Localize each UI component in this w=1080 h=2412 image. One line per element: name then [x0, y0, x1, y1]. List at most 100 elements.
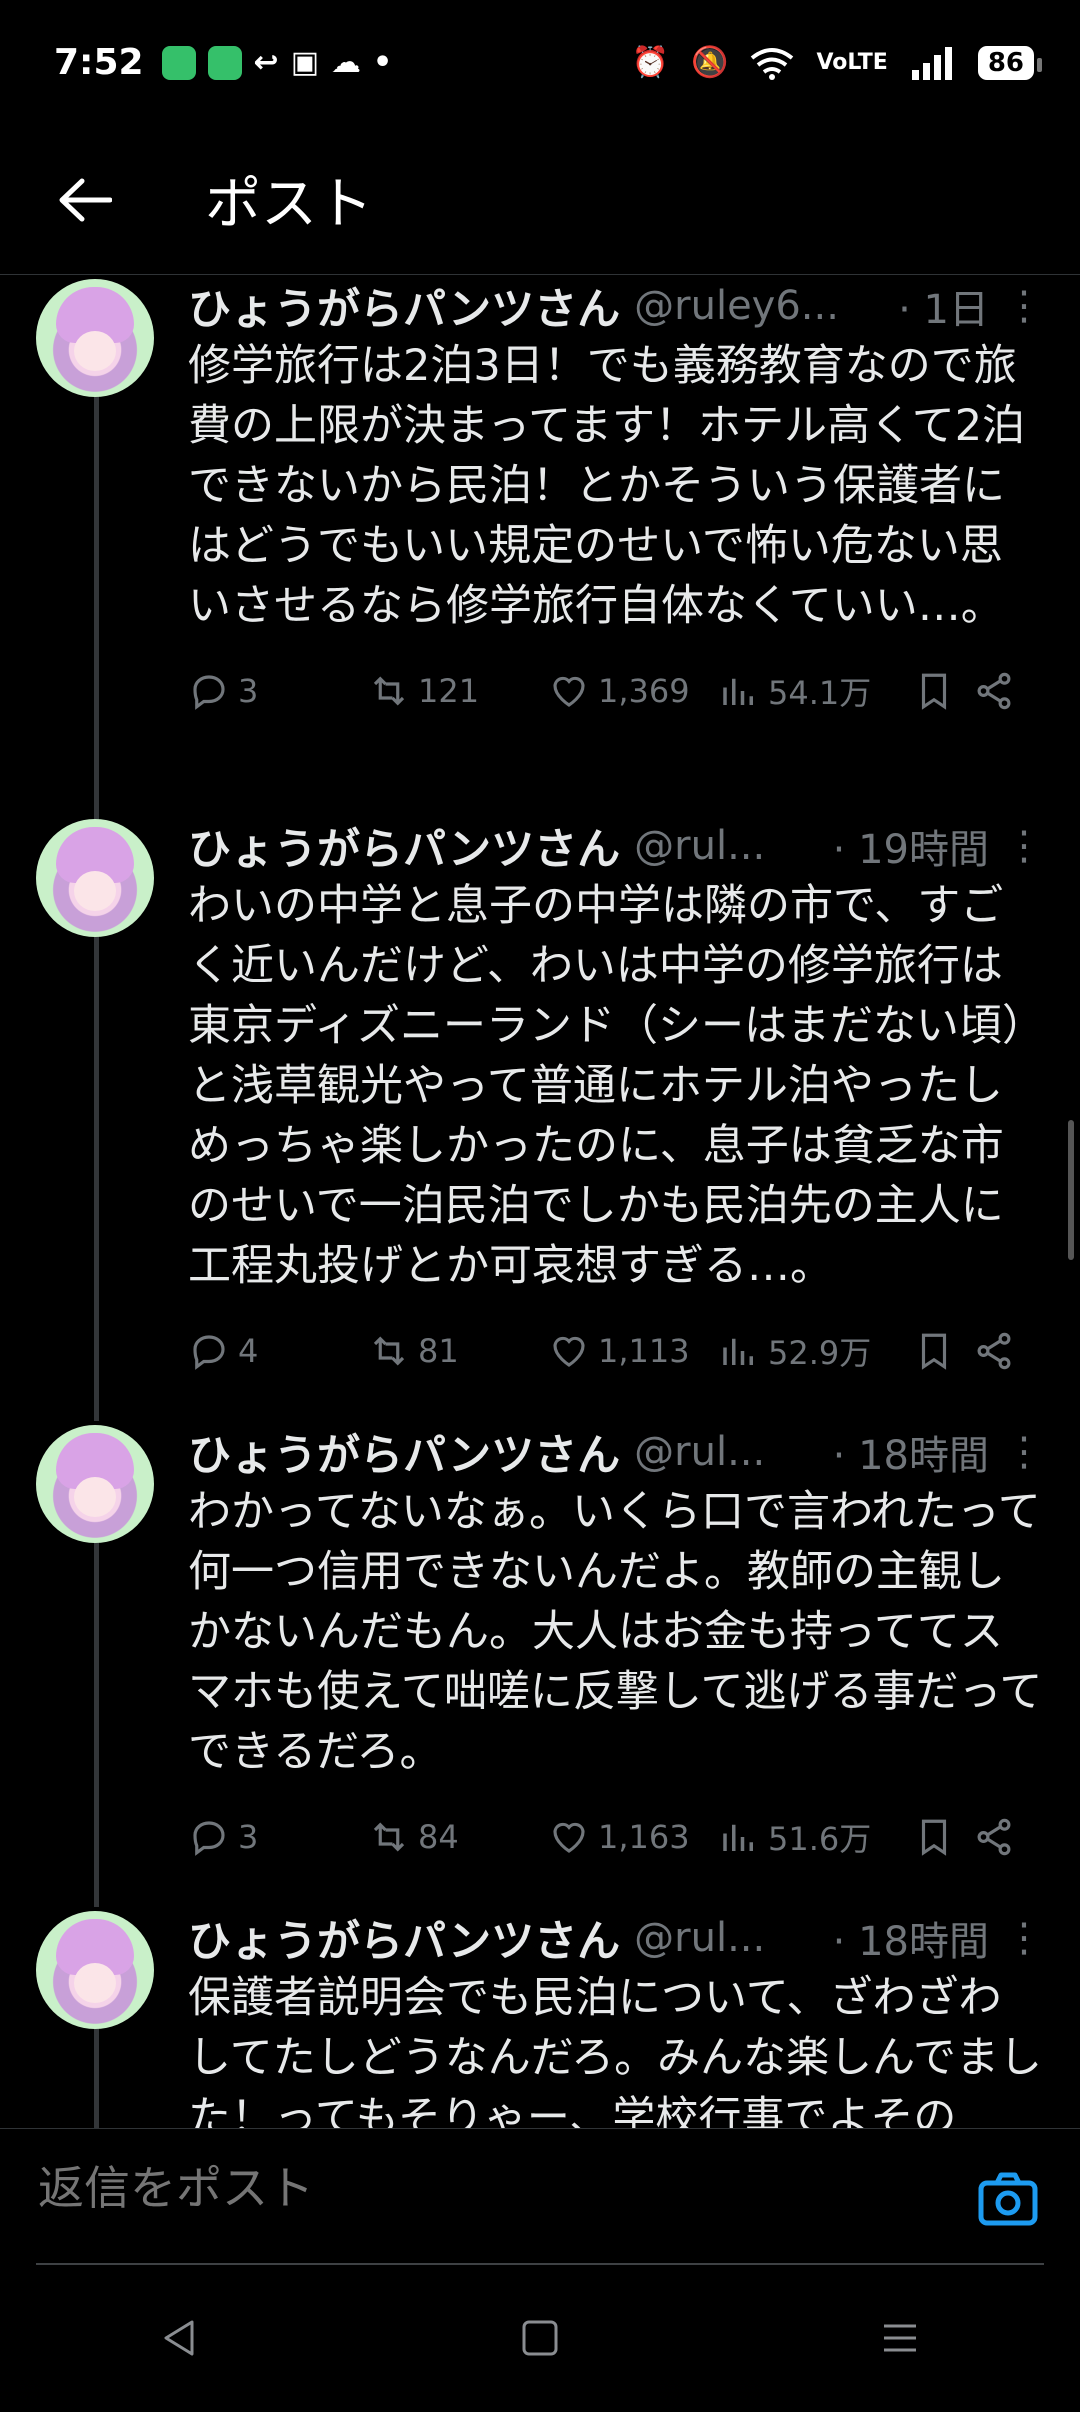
alarm-icon: ⏰: [631, 45, 670, 80]
view-count: 52.9万: [768, 1334, 872, 1372]
tweet[interactable]: ひょうがらパンツさん @ruley6... · 1日 ⋮ 修学旅行は2泊3日！で…: [0, 276, 1080, 881]
nav-home-button[interactable]: [480, 2298, 600, 2378]
share-button[interactable]: [973, 1330, 1033, 1372]
repost-count: 121: [418, 672, 480, 710]
user-handle[interactable]: @rul...: [634, 1429, 823, 1475]
thread-feed[interactable]: ひょうがらパンツさん @ruley6... · 1日 ⋮ 修学旅行は2泊3日！で…: [0, 276, 1080, 2128]
bookmark-button[interactable]: [913, 1816, 973, 1858]
views-button[interactable]: 52.9万: [718, 1328, 913, 1374]
like-count: 1,163: [598, 1818, 690, 1856]
view-count: 54.1万: [768, 674, 872, 712]
reply-count: 3: [238, 672, 259, 710]
reply-composer: [0, 2128, 1080, 2265]
reply-button[interactable]: 3: [188, 670, 368, 712]
bookmark-icon: [921, 673, 947, 710]
heart-icon: [553, 676, 585, 707]
share-icon: [977, 1332, 1011, 1370]
bookmark-button[interactable]: [913, 670, 973, 712]
app-notification-icon: [161, 45, 196, 80]
display-name[interactable]: ひょうがらパンツさん: [188, 1421, 620, 1483]
more-options-icon[interactable]: ⋮: [1003, 1429, 1044, 1475]
avatar[interactable]: [36, 279, 154, 397]
views-chart-icon: [723, 678, 753, 705]
avatar[interactable]: [36, 819, 154, 937]
thread-connector: [94, 936, 99, 1421]
more-options-icon[interactable]: ⋮: [1003, 823, 1044, 869]
view-count: 51.6万: [768, 1820, 872, 1858]
tweet[interactable]: ひょうがらパンツさん @rul... · 19時間 ⋮ わいの中学と息子の中学は…: [0, 816, 1080, 1421]
share-button[interactable]: [973, 1816, 1033, 1858]
like-button[interactable]: 1,369: [548, 670, 718, 712]
more-options-icon[interactable]: ⋮: [1003, 283, 1044, 329]
thread-connector: [94, 1542, 99, 1907]
repost-count: 81: [418, 1332, 459, 1370]
user-handle[interactable]: @rul...: [634, 1915, 823, 1961]
tweet[interactable]: ひょうがらパンツさん @rul... · 18時間 ⋮ 保護者説明会でも民泊につ…: [0, 1908, 1080, 2128]
bookmark-icon: [921, 1333, 947, 1370]
page-title: ポスト: [205, 172, 373, 237]
timestamp[interactable]: · 1日: [898, 277, 989, 335]
views-chart-icon: [723, 1824, 753, 1851]
heart-icon: [553, 1336, 585, 1367]
signal-icon: [911, 46, 952, 80]
square-home-icon: [522, 2320, 558, 2356]
triangle-back-icon: [164, 2320, 194, 2356]
share-button[interactable]: [973, 670, 1033, 712]
reply-icon: [193, 1821, 225, 1856]
action-bar: 4 81 1,113 52.9万: [188, 1316, 1043, 1386]
clock: 7:52: [54, 42, 144, 83]
reply-button[interactable]: 3: [188, 1816, 368, 1858]
camera-button[interactable]: [978, 2171, 1038, 2227]
like-count: 1,369: [598, 672, 690, 710]
repost-count: 84: [418, 1818, 459, 1856]
repost-button[interactable]: 84: [368, 1816, 548, 1858]
more-options-icon[interactable]: ⋮: [1003, 1915, 1044, 1961]
reply-input[interactable]: [36, 2157, 980, 2219]
status-bar: 7:52 ↩ ▣ ☁ • ⏰ 🔕 VoLTE 86: [0, 0, 1080, 125]
views-button[interactable]: 54.1万: [718, 668, 913, 714]
display-name[interactable]: ひょうがらパンツさん: [188, 1907, 620, 1969]
like-count: 1,113: [598, 1332, 690, 1370]
share-icon: [977, 672, 1011, 710]
reply-icon: [193, 675, 225, 710]
tweet[interactable]: ひょうがらパンツさん @rul... · 18時間 ⋮ わかってないなぁ。いくら…: [0, 1422, 1080, 1907]
reply-count: 3: [238, 1818, 259, 1856]
views-button[interactable]: 51.6万: [718, 1814, 913, 1860]
bookmark-icon: [921, 1819, 947, 1856]
tweet-text: わかってないなぁ。いくら口で言われたって何一つ信用できないんだよ。教師の主観しか…: [188, 1487, 1043, 1777]
repost-button[interactable]: 81: [368, 1330, 548, 1372]
wifi-icon: [751, 47, 794, 80]
tweet-text: 保護者説明会でも民泊について、ざわざわしてたしどうなんだろ。みんな楽しんでました…: [188, 1973, 1042, 2128]
battery-icon: 86: [977, 45, 1043, 80]
nav-recents-button[interactable]: [840, 2298, 960, 2378]
reply-icon: [193, 1335, 225, 1370]
repost-icon: [373, 1822, 405, 1852]
back-button[interactable]: [45, 160, 125, 240]
top-app-bar: ポスト: [0, 125, 1080, 275]
avatar[interactable]: [36, 1911, 154, 2029]
action-bar: 3 84 1,163 51.6万: [188, 1802, 1043, 1872]
bookmark-button[interactable]: [913, 1330, 973, 1372]
timestamp[interactable]: · 18時間: [833, 1423, 989, 1481]
calendar-icon: ▣: [290, 45, 320, 80]
reply-button[interactable]: 4: [188, 1330, 368, 1372]
scrollbar[interactable]: [1068, 1120, 1074, 1260]
share-icon: [977, 1818, 1011, 1856]
timestamp[interactable]: · 18時間: [833, 1909, 989, 1967]
action-bar: 3 121 1,369 54.1万: [188, 656, 1043, 726]
tweet-text: 修学旅行は2泊3日！でも義務教育なので旅費の上限が決まってます！ホテル高くて2泊…: [188, 341, 1026, 631]
timestamp[interactable]: · 19時間: [833, 817, 989, 875]
like-button[interactable]: 1,163: [548, 1816, 718, 1858]
views-chart-icon: [723, 1338, 753, 1365]
display-name[interactable]: ひょうがらパンツさん: [188, 815, 620, 877]
like-button[interactable]: 1,113: [548, 1330, 718, 1372]
display-name[interactable]: ひょうがらパンツさん: [188, 276, 620, 337]
thread-connector: [94, 396, 99, 881]
tweet-text: わいの中学と息子の中学は隣の市で、すごく近いんだけど、わいは中学の修学旅行は東京…: [188, 881, 1024, 1291]
avatar[interactable]: [36, 1425, 154, 1543]
nav-back-button[interactable]: [120, 2298, 240, 2378]
camera-icon: [978, 2172, 1038, 2226]
user-handle[interactable]: @rul...: [634, 823, 823, 869]
repost-button[interactable]: 121: [368, 670, 548, 712]
user-handle[interactable]: @ruley6...: [634, 283, 888, 329]
